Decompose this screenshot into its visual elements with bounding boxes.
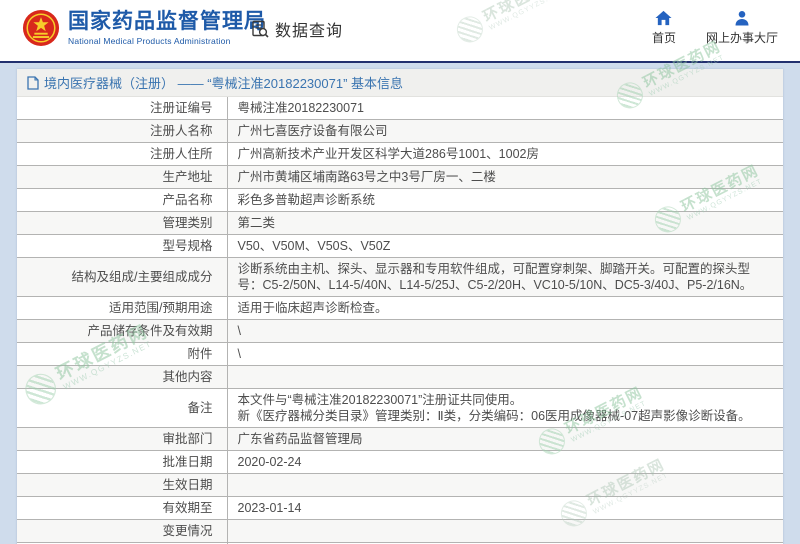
row-label: 管理类别 — [17, 212, 227, 235]
nav-home[interactable]: 首页 — [652, 10, 676, 46]
table-row: 生产地址广州市黄埔区埔南路63号之中3号厂房一、二楼 — [17, 166, 783, 189]
table-row: 结构及组成/主要组成成分诊断系统由主机、探头、显示器和专用软件组成，可配置穿刺架… — [17, 258, 783, 297]
nav-service-hall-label: 网上办事大厅 — [706, 29, 778, 46]
row-label: 变更情况 — [17, 520, 227, 543]
top-nav: 首页 网上办事大厅 — [652, 10, 778, 46]
row-value — [227, 520, 783, 543]
row-value — [227, 366, 783, 389]
row-label: 审批部门 — [17, 428, 227, 451]
row-value — [227, 474, 783, 497]
row-label: 产品储存条件及有效期 — [17, 320, 227, 343]
row-value: 粤械注准20182230071 — [227, 97, 783, 120]
row-value: 彩色多普勒超声诊断系统 — [227, 189, 783, 212]
row-value: 广州高新技术产业开发区科学大道286号1001、1002房 — [227, 143, 783, 166]
row-label: 生产地址 — [17, 166, 227, 189]
table-row: 备注本文件与“粤械注准20182230071”注册证共同使用。 新《医疗器械分类… — [17, 389, 783, 428]
row-label: 结构及组成/主要组成成分 — [17, 258, 227, 297]
row-label: 产品名称 — [17, 189, 227, 212]
row-value: 广东省药品监督管理局 — [227, 428, 783, 451]
row-value: 广州七喜医疗设备有限公司 — [227, 120, 783, 143]
row-label: 生效日期 — [17, 474, 227, 497]
row-value: \ — [227, 343, 783, 366]
content-area: 境内医疗器械（注册） —— “粤械注准20182230071” 基本信息 注册证… — [0, 63, 800, 544]
row-value: 广州市黄埔区埔南路63号之中3号厂房一、二楼 — [227, 166, 783, 189]
table-row: 其他内容 — [17, 366, 783, 389]
home-icon — [655, 10, 672, 26]
row-label: 附件 — [17, 343, 227, 366]
table-row: 型号规格V50、V50M、V50S、V50Z — [17, 235, 783, 258]
site-header: 国家药品监督管理局 National Medical Products Admi… — [0, 0, 800, 63]
row-value: 诊断系统由主机、探头、显示器和专用软件组成，可配置穿刺架、脚踏开关。可配置的探头… — [227, 258, 783, 297]
row-value: 第二类 — [227, 212, 783, 235]
table-row: 管理类别第二类 — [17, 212, 783, 235]
row-value: 适用于临床超声诊断检查。 — [227, 297, 783, 320]
table-row: 注册证编号粤械注准20182230071 — [17, 97, 783, 120]
org-name-zh: 国家药品监督管理局 — [68, 10, 266, 34]
data-query-label: 数据查询 — [275, 17, 343, 41]
row-label: 其他内容 — [17, 366, 227, 389]
row-label: 有效期至 — [17, 497, 227, 520]
table-row: 变更情况 — [17, 520, 783, 543]
info-table: 注册证编号粤械注准20182230071注册人名称广州七喜医疗设备有限公司注册人… — [17, 97, 783, 544]
info-table-body: 注册证编号粤械注准20182230071注册人名称广州七喜医疗设备有限公司注册人… — [17, 97, 783, 544]
row-value: V50、V50M、V50S、V50Z — [227, 235, 783, 258]
data-query-tab[interactable]: 数据查询 — [250, 17, 343, 41]
row-label: 批准日期 — [17, 451, 227, 474]
table-row: 附件\ — [17, 343, 783, 366]
nav-home-label: 首页 — [652, 29, 676, 46]
row-label: 型号规格 — [17, 235, 227, 258]
page-title: 境内医疗器械（注册） —— “粤械注准20182230071” 基本信息 — [44, 73, 403, 92]
nav-service-hall[interactable]: 网上办事大厅 — [706, 10, 778, 46]
table-row: 适用范围/预期用途适用于临床超声诊断检查。 — [17, 297, 783, 320]
row-label: 注册人住所 — [17, 143, 227, 166]
table-row: 生效日期 — [17, 474, 783, 497]
detail-panel: 境内医疗器械（注册） —— “粤械注准20182230071” 基本信息 注册证… — [17, 69, 783, 544]
national-emblem-icon — [22, 9, 60, 47]
document-icon — [27, 76, 39, 90]
row-label: 备注 — [17, 389, 227, 428]
table-row: 注册人住所广州高新技术产业开发区科学大道286号1001、1002房 — [17, 143, 783, 166]
row-value: \ — [227, 320, 783, 343]
data-query-icon — [250, 19, 270, 39]
row-label: 适用范围/预期用途 — [17, 297, 227, 320]
row-value: 2023-01-14 — [227, 497, 783, 520]
table-row: 产品储存条件及有效期\ — [17, 320, 783, 343]
table-row: 产品名称彩色多普勒超声诊断系统 — [17, 189, 783, 212]
brand-logo: 国家药品监督管理局 National Medical Products Admi… — [22, 9, 266, 47]
user-icon — [734, 10, 750, 26]
row-value: 2020-02-24 — [227, 451, 783, 474]
row-label: 注册证编号 — [17, 97, 227, 120]
table-row: 注册人名称广州七喜医疗设备有限公司 — [17, 120, 783, 143]
breadcrumb: 境内医疗器械（注册） —— “粤械注准20182230071” 基本信息 — [17, 69, 783, 97]
row-label: 注册人名称 — [17, 120, 227, 143]
row-value: 本文件与“粤械注准20182230071”注册证共同使用。 新《医疗器械分类目录… — [227, 389, 783, 428]
table-row: 审批部门广东省药品监督管理局 — [17, 428, 783, 451]
table-row: 有效期至2023-01-14 — [17, 497, 783, 520]
table-row: 批准日期2020-02-24 — [17, 451, 783, 474]
org-name-en: National Medical Products Administration — [68, 36, 266, 46]
